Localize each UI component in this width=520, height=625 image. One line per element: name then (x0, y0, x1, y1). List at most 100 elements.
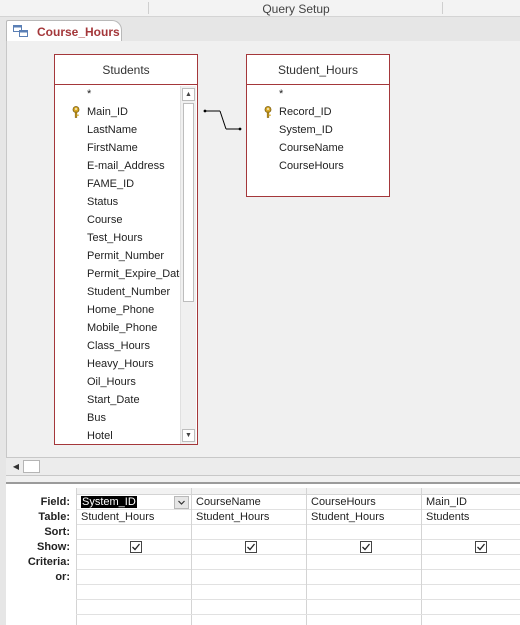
criteria-cell[interactable] (307, 555, 421, 570)
dropdown-button[interactable] (174, 496, 189, 509)
table-design-area[interactable]: Students * Main_ID LastName FirstName E-… (6, 41, 520, 457)
field-list-title[interactable]: Student_Hours (247, 55, 389, 85)
check-icon (132, 543, 141, 551)
sort-cell[interactable] (192, 525, 306, 540)
access-query-design-window: Query Setup Course_Hours Students * Main… (0, 0, 520, 625)
field-item[interactable]: CourseName (247, 139, 389, 157)
grid-row-line (76, 614, 520, 615)
field-item[interactable]: * (55, 85, 180, 103)
field-item[interactable]: Hotel (55, 427, 180, 444)
field-item[interactable]: Status (55, 193, 180, 211)
row-label-or: or: (55, 571, 70, 583)
show-cell[interactable] (77, 540, 191, 555)
show-cell[interactable] (307, 540, 421, 555)
field-item[interactable]: FirstName (55, 139, 180, 157)
row-label-table: Table: (38, 511, 70, 523)
field-cell[interactable]: Main_ID (422, 495, 520, 510)
chevron-down-icon (178, 500, 185, 505)
field-item[interactable]: Course (55, 211, 180, 229)
table-cell[interactable]: Students (422, 510, 520, 525)
field-item[interactable]: Permit_Expire_Date (55, 265, 180, 283)
field-cell[interactable]: CourseName (192, 495, 306, 510)
show-checkbox[interactable] (475, 541, 487, 553)
grid-column[interactable]: System_ID Student_Hours (76, 488, 191, 625)
field-item[interactable]: E-mail_Address (55, 157, 180, 175)
column-selector[interactable] (192, 488, 306, 495)
field-item[interactable]: Start_Date (55, 391, 180, 409)
scroll-down-icon[interactable]: ▼ (182, 429, 195, 442)
field-item-primary-key[interactable]: Record_ID (247, 103, 389, 121)
sort-cell[interactable] (307, 525, 421, 540)
or-cell[interactable] (77, 570, 191, 585)
field-item[interactable]: CourseHours (247, 157, 389, 175)
criteria-cell[interactable] (422, 555, 520, 570)
criteria-cell[interactable] (192, 555, 306, 570)
row-label-criteria: Criteria: (27, 556, 70, 568)
ribbon-separator (148, 2, 149, 14)
field-label: Main_ID (87, 106, 128, 118)
column-selector[interactable] (422, 488, 520, 495)
field-item[interactable]: * (247, 85, 389, 103)
scroll-thumb[interactable] (183, 103, 194, 302)
check-icon (247, 543, 256, 551)
show-checkbox[interactable] (130, 541, 142, 553)
field-list-body: * Record_ID System_ID CourseName CourseH… (247, 85, 389, 175)
field-item[interactable]: System_ID (247, 121, 389, 139)
field-label: Record_ID (279, 106, 332, 118)
criteria-cell[interactable] (77, 555, 191, 570)
field-item[interactable]: FAME_ID (55, 175, 180, 193)
field-list-student-hours[interactable]: Student_Hours * Record_ID System_ID Cour… (246, 54, 390, 197)
or-cell[interactable] (192, 570, 306, 585)
or-cell[interactable] (422, 570, 520, 585)
field-item[interactable]: Bus (55, 409, 180, 427)
field-item[interactable]: LastName (55, 121, 180, 139)
column-selector[interactable] (77, 488, 191, 495)
field-value: System_ID (81, 496, 137, 508)
ribbon-group-strip: Query Setup (0, 0, 520, 17)
sort-cell[interactable] (77, 525, 191, 540)
tab-label: Course_Hours (37, 25, 120, 39)
field-item[interactable]: Mobile_Phone (55, 319, 180, 337)
table-cell[interactable]: Student_Hours (192, 510, 306, 525)
show-cell[interactable] (422, 540, 520, 555)
grid-column[interactable]: Main_ID Students (421, 488, 520, 625)
check-icon (362, 543, 371, 551)
or-cell[interactable] (307, 570, 421, 585)
table-cell[interactable]: Student_Hours (77, 510, 191, 525)
field-list-title[interactable]: Students (55, 55, 197, 85)
field-item[interactable]: Class_Hours (55, 337, 180, 355)
field-list-students[interactable]: Students * Main_ID LastName FirstName E-… (54, 54, 198, 445)
grid-row-labels: Field: Table: Sort: Show: Criteria: or: (6, 495, 72, 585)
field-item[interactable]: Student_Number (55, 283, 180, 301)
grid-column[interactable]: CourseHours Student_Hours (306, 488, 421, 625)
field-item[interactable]: Home_Phone (55, 301, 180, 319)
field-cell[interactable]: System_ID (77, 495, 191, 510)
field-list-body: * Main_ID LastName FirstName E-mail_Addr… (55, 85, 180, 444)
scroll-up-icon[interactable]: ▲ (182, 88, 195, 101)
pane-splitter[interactable] (6, 476, 520, 484)
field-item-primary-key[interactable]: Main_ID (55, 103, 180, 121)
scroll-left-icon[interactable]: ◀ (9, 460, 23, 473)
field-item[interactable]: Test_Hours (55, 229, 180, 247)
document-tab-row: Course_Hours (0, 17, 520, 42)
key-icon (264, 106, 274, 118)
grid-column[interactable]: CourseName Student_Hours (191, 488, 306, 625)
sort-cell[interactable] (422, 525, 520, 540)
horizontal-scrollbar[interactable]: ◀ (6, 457, 520, 476)
scroll-thumb[interactable] (23, 460, 40, 473)
join-line[interactable] (198, 101, 246, 141)
column-selector[interactable] (307, 488, 421, 495)
field-cell[interactable]: CourseHours (307, 495, 421, 510)
key-icon (72, 106, 82, 118)
ribbon-separator (442, 2, 443, 14)
field-item[interactable]: Heavy_Hours (55, 355, 180, 373)
field-item[interactable]: Permit_Number (55, 247, 180, 265)
tab-course-hours[interactable]: Course_Hours (6, 20, 122, 42)
show-cell[interactable] (192, 540, 306, 555)
field-item[interactable]: Oil_Hours (55, 373, 180, 391)
show-checkbox[interactable] (245, 541, 257, 553)
vertical-scrollbar[interactable]: ▲ ▼ (180, 86, 196, 444)
row-label-show: Show: (37, 541, 70, 553)
table-cell[interactable]: Student_Hours (307, 510, 421, 525)
show-checkbox[interactable] (360, 541, 372, 553)
